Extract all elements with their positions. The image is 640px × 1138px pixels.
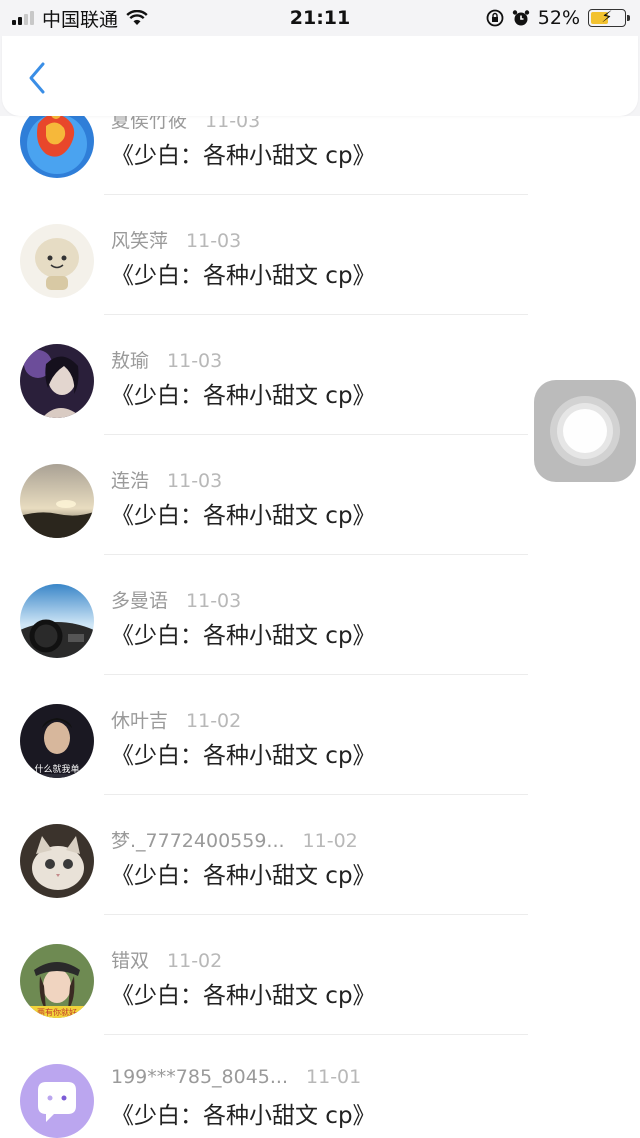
sender-name: 199***785_8045... <box>111 1066 289 1088</box>
battery-percent: 52% <box>537 7 580 29</box>
name-row: 多曼语 11-03 <box>111 586 241 613</box>
avatar[interactable]: 两有你就好 <box>20 944 94 1018</box>
list-item[interactable]: 夏侯竹筱 11-03 《少白：各种小甜文 cp》 <box>0 116 640 224</box>
avatar[interactable] <box>20 824 94 898</box>
list-item[interactable]: 什么就我单 休叶吉 11-02 《少白：各种小甜文 cp》 <box>0 704 640 824</box>
nav-header <box>2 36 638 116</box>
wifi-icon <box>126 10 148 25</box>
message-title: 《少白：各种小甜文 cp》 <box>111 623 376 649</box>
divider <box>104 674 528 675</box>
signal-icon <box>12 11 34 25</box>
divider <box>104 1034 528 1035</box>
sender-name: 夏侯竹筱 <box>111 116 188 132</box>
message-title: 《少白：各种小甜文 cp》 <box>111 863 376 889</box>
back-button[interactable] <box>22 60 52 96</box>
divider <box>104 194 528 195</box>
name-row: 敖瑜 11-03 <box>111 346 222 373</box>
avatar[interactable] <box>20 344 94 418</box>
status-right: 52% ⚡ <box>486 7 630 29</box>
message-date: 11-03 <box>205 116 261 132</box>
divider <box>104 434 528 435</box>
message-date: 11-01 <box>306 1066 362 1088</box>
message-list: 夏侯竹筱 11-03 《少白：各种小甜文 cp》 风笑萍 11-03 《少白：各种小甜文 … <box>0 116 640 1138</box>
status-left: 中国联通 <box>12 5 148 32</box>
message-date: 11-02 <box>302 830 358 852</box>
name-row: 风笑萍 11-03 <box>111 226 241 253</box>
svg-text:什么就我单: 什么就我单 <box>34 763 79 775</box>
list-item[interactable]: 梦._7772400559... 11-02 《少白：各种小甜文 cp》 <box>0 824 640 944</box>
assistive-touch-button[interactable] <box>534 380 636 482</box>
message-date: 11-03 <box>167 350 223 372</box>
avatar[interactable]: 什么就我单 <box>20 704 94 778</box>
message-date: 11-02 <box>167 950 223 972</box>
sender-name: 梦._7772400559... <box>111 830 285 852</box>
message-date: 11-03 <box>186 230 242 252</box>
message-title: 《少白：各种小甜文 cp》 <box>111 503 376 529</box>
name-row: 休叶吉 11-02 <box>111 706 241 733</box>
sender-name: 连浩 <box>111 470 150 492</box>
message-title: 《少白：各种小甜文 cp》 <box>111 143 376 169</box>
divider <box>104 314 528 315</box>
battery-charging-icon: ⚡ <box>588 7 630 27</box>
sender-name: 休叶吉 <box>111 710 169 732</box>
list-item[interactable]: 两有你就好 错双 11-02 《少白：各种小甜文 cp》 <box>0 944 640 1064</box>
list-item[interactable]: 连浩 11-03 《少白：各种小甜文 cp》 <box>0 464 640 584</box>
name-row: 连浩 11-03 <box>111 466 222 493</box>
list-item[interactable]: 199***785_8045... 11-01 《少白：各种小甜文 cp》 <box>0 1064 640 1138</box>
divider <box>104 794 528 795</box>
sender-name: 敖瑜 <box>111 350 150 372</box>
avatar[interactable] <box>20 116 94 178</box>
message-title: 《少白：各种小甜文 cp》 <box>111 263 376 289</box>
list-item[interactable]: 风笑萍 11-03 《少白：各种小甜文 cp》 <box>0 224 640 344</box>
sender-name: 风笑萍 <box>111 230 169 252</box>
status-bar: 中国联通 21:11 52% ⚡ <box>0 0 640 36</box>
message-title: 《少白：各种小甜文 cp》 <box>111 1103 376 1129</box>
sender-name: 多曼语 <box>111 590 169 612</box>
name-row: 错双 11-02 <box>111 946 222 973</box>
message-date: 11-02 <box>186 710 242 732</box>
name-row: 199***785_8045... 11-01 <box>111 1066 361 1088</box>
avatar[interactable] <box>20 584 94 658</box>
message-date: 11-03 <box>186 590 242 612</box>
divider <box>104 914 528 915</box>
sender-name: 错双 <box>111 950 150 972</box>
name-row: 梦._7772400559... 11-02 <box>111 826 358 853</box>
message-title: 《少白：各种小甜文 cp》 <box>111 743 376 769</box>
message-date: 11-03 <box>167 470 223 492</box>
divider <box>104 554 528 555</box>
list-item[interactable]: 多曼语 11-03 《少白：各种小甜文 cp》 <box>0 584 640 704</box>
chevron-left-icon <box>29 62 45 94</box>
avatar[interactable] <box>20 224 94 298</box>
message-title: 《少白：各种小甜文 cp》 <box>111 983 376 1009</box>
message-title: 《少白：各种小甜文 cp》 <box>111 383 376 409</box>
svg-text:两有你就好: 两有你就好 <box>37 1007 77 1017</box>
alarm-icon <box>512 10 529 26</box>
orientation-lock-icon <box>486 9 504 27</box>
name-row: 夏侯竹筱 11-03 <box>111 116 260 133</box>
avatar[interactable] <box>20 1064 94 1138</box>
avatar[interactable] <box>20 464 94 538</box>
carrier-label: 中国联通 <box>42 8 119 31</box>
